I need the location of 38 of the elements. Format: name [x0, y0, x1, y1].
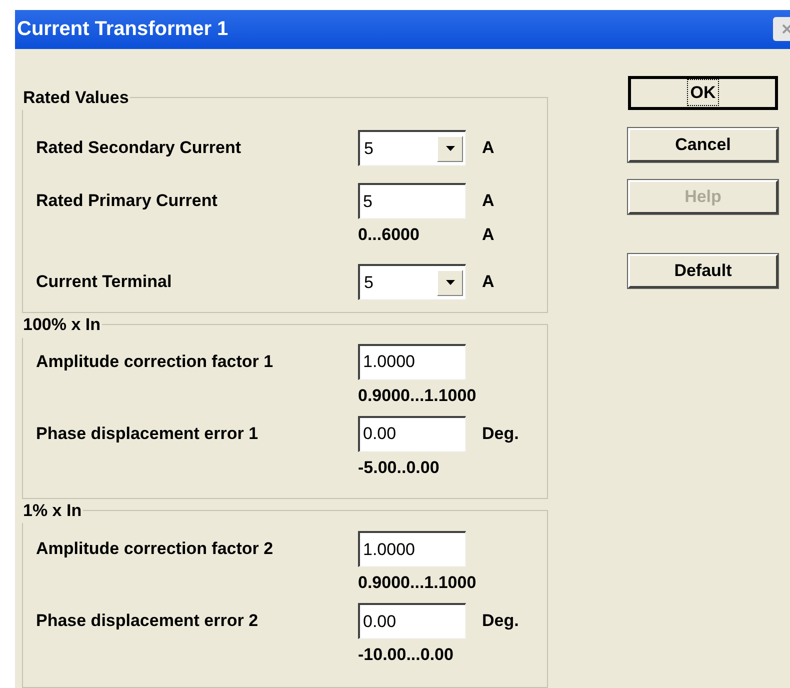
caret-icon	[446, 146, 454, 151]
input-field[interactable]: 1.0000	[358, 344, 466, 380]
dialog-button[interactable]: Cancel	[628, 128, 778, 162]
dropdown[interactable]: 5	[358, 130, 466, 166]
field-label: Rated Secondary Current	[36, 137, 242, 160]
unit-label: Deg.	[482, 422, 519, 445]
group-title: 100% x In	[22, 314, 102, 336]
field-label: Phase displacement error 2	[36, 610, 260, 632]
range-label: 0.9000...1.1000	[358, 572, 478, 594]
dialog-button[interactable]: OK	[628, 76, 778, 110]
field-label: Current Terminal	[36, 271, 173, 294]
range-label: -5.00..0.00	[358, 456, 440, 479]
field-label: Phase displacement error 1	[36, 422, 260, 445]
input-field[interactable]: 1.0000	[358, 531, 466, 567]
caret-icon	[446, 280, 454, 285]
field-label: Amplitude correction factor 1	[36, 350, 274, 373]
unit-label: A	[482, 190, 494, 212]
input-field[interactable]: 5	[358, 183, 466, 219]
dropdown[interactable]: 5	[358, 264, 466, 300]
range-label: 0.9000...1.1000	[358, 384, 478, 407]
dialog-button[interactable]: Default	[628, 254, 778, 288]
range-label: -10.00...0.00	[358, 644, 454, 666]
input-field[interactable]: 0.00	[358, 416, 466, 452]
window-title: Current Transformer 1	[17, 17, 228, 42]
range-label: 0...6000	[358, 224, 420, 246]
field-label: Rated Primary Current	[36, 190, 218, 212]
unit-label: A	[482, 224, 494, 246]
group-title: Rated Values	[22, 86, 130, 108]
field-label: Amplitude correction factor 2	[36, 538, 274, 560]
dropdown-arrow-button[interactable]	[437, 270, 463, 296]
group-title: 1% x In	[22, 500, 83, 522]
close-button[interactable]	[773, 17, 790, 42]
unit-label: Deg.	[482, 610, 519, 632]
unit-label: A	[482, 271, 494, 294]
input-field[interactable]: 0.00	[358, 603, 466, 639]
dropdown-arrow-button[interactable]	[437, 136, 463, 162]
close-icon	[780, 23, 790, 36]
unit-label: A	[482, 137, 494, 160]
